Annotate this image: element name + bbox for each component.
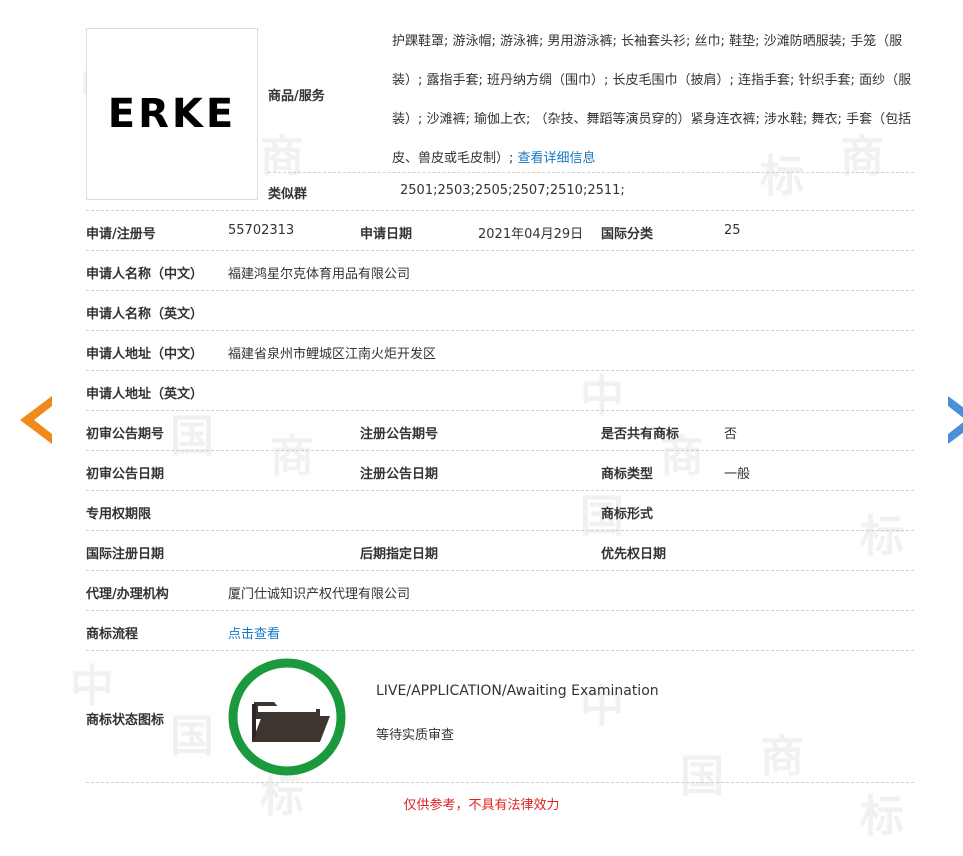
divider bbox=[86, 782, 914, 783]
goods-list: 护踝鞋罩; 游泳帽; 游泳裤; 男用游泳裤; 长袖套头衫; 丝巾; 鞋垫; 沙滩… bbox=[392, 22, 914, 178]
logo-text: ERKE bbox=[108, 91, 236, 137]
trademark-detail: ERKE 商品/服务 护踝鞋罩; 游泳帽; 游泳裤; 男用游泳裤; 长袖套头衫;… bbox=[0, 0, 963, 856]
prelim-pub-date-label: 初审公告日期 bbox=[86, 467, 165, 482]
erke-logo-image: ERKE bbox=[108, 91, 236, 137]
shared-label: 是否共有商标 bbox=[601, 427, 680, 442]
intl-class-label: 国际分类 bbox=[601, 227, 654, 242]
similar-group-label: 类似群 bbox=[268, 187, 308, 202]
folder-icon bbox=[228, 658, 346, 776]
goods-detail-link[interactable]: 查看详细信息 bbox=[518, 151, 596, 166]
reg-no-value: 55702313 bbox=[228, 223, 295, 238]
process-label: 商标流程 bbox=[86, 627, 139, 642]
tm-form-label: 商标形式 bbox=[601, 507, 654, 522]
address-en-label: 申请人地址（英文） bbox=[86, 387, 204, 402]
intl-class-value: 25 bbox=[724, 223, 741, 238]
goods-text: 护踝鞋罩; 游泳帽; 游泳裤; 男用游泳裤; 长袖套头衫; 丝巾; 鞋垫; 沙滩… bbox=[392, 34, 912, 166]
apply-date-label: 申请日期 bbox=[360, 227, 413, 242]
status-en-text: LIVE/APPLICATION/Awaiting Examination bbox=[376, 683, 659, 699]
applicant-cn-label: 申请人名称（中文） bbox=[86, 267, 204, 282]
similar-group-value: 2501;2503;2505;2507;2510;2511; bbox=[400, 183, 625, 198]
applicant-en-label: 申请人名称（英文） bbox=[86, 307, 204, 322]
priority-date-label: 优先权日期 bbox=[601, 547, 667, 562]
agent-value: 厦门仕诚知识产权代理有限公司 bbox=[228, 587, 411, 602]
divider bbox=[86, 210, 914, 211]
divider bbox=[86, 290, 914, 291]
disclaimer: 仅供参考，不具有法律效力 bbox=[403, 798, 560, 813]
process-link[interactable]: 点击查看 bbox=[228, 623, 280, 642]
agent-label: 代理/办理机构 bbox=[86, 587, 169, 602]
divider bbox=[86, 410, 914, 411]
later-date-label: 后期指定日期 bbox=[360, 547, 439, 562]
exclusive-period-label: 专用权期限 bbox=[86, 507, 152, 522]
reg-pub-no-label: 注册公告期号 bbox=[360, 427, 439, 442]
status-cn-text: 等待实质审查 bbox=[376, 728, 455, 743]
divider bbox=[86, 650, 914, 651]
prelim-pub-no-label: 初审公告期号 bbox=[86, 427, 165, 442]
divider bbox=[86, 610, 914, 611]
divider bbox=[86, 450, 914, 451]
divider bbox=[86, 570, 914, 571]
divider bbox=[86, 490, 914, 491]
divider bbox=[86, 530, 914, 531]
reg-no-label: 申请/注册号 bbox=[86, 227, 156, 242]
tm-type-value: 一般 bbox=[724, 467, 751, 482]
tm-type-label: 商标类型 bbox=[601, 467, 654, 482]
apply-date-value: 2021年04月29日 bbox=[478, 227, 584, 242]
shared-value: 否 bbox=[724, 427, 738, 442]
divider bbox=[86, 370, 914, 371]
address-cn-value: 福建省泉州市鲤城区江南火炬开发区 bbox=[228, 347, 437, 362]
applicant-cn-value: 福建鸿星尔克体育用品有限公司 bbox=[228, 267, 411, 282]
goods-label: 商品/服务 bbox=[268, 89, 325, 104]
address-cn-label: 申请人地址（中文） bbox=[86, 347, 204, 362]
trademark-logo: ERKE bbox=[86, 28, 258, 200]
reg-pub-date-label: 注册公告日期 bbox=[360, 467, 439, 482]
divider bbox=[268, 172, 914, 173]
status-icon-label: 商标状态图标 bbox=[86, 713, 165, 728]
intl-reg-date-label: 国际注册日期 bbox=[86, 547, 165, 562]
divider bbox=[86, 330, 914, 331]
divider bbox=[86, 250, 914, 251]
